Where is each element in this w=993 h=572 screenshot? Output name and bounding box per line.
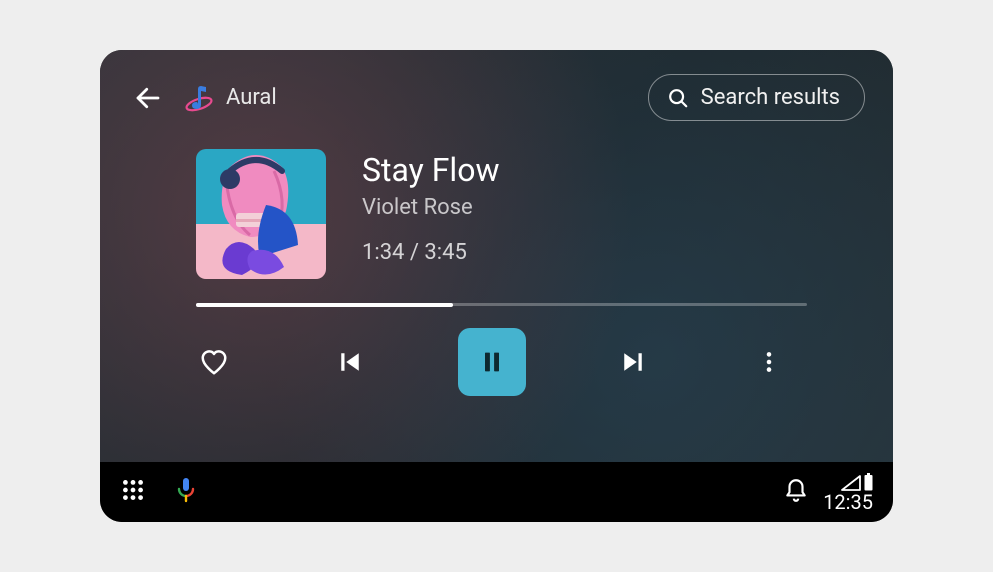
search-icon — [667, 87, 689, 109]
next-button[interactable] — [605, 334, 661, 390]
bell-icon — [783, 477, 809, 503]
playback-controls — [186, 328, 797, 396]
app-launcher-button[interactable] — [120, 477, 146, 507]
like-button[interactable] — [186, 334, 242, 390]
pause-icon — [478, 348, 506, 376]
previous-button[interactable] — [322, 334, 378, 390]
track-meta: Stay Flow Violet Rose 1:34 / 3:45 — [362, 149, 499, 265]
microphone-icon — [174, 477, 198, 503]
arrow-left-icon — [133, 83, 163, 113]
player-panel: Aural Search results — [100, 50, 893, 462]
skip-previous-icon — [335, 347, 365, 377]
more-button[interactable] — [741, 334, 797, 390]
media-player-screen: Aural Search results — [100, 50, 893, 522]
battery-icon — [864, 473, 873, 491]
cellular-signal-icon — [841, 475, 861, 491]
app-logo-icon — [184, 83, 214, 113]
top-bar: Aural Search results — [100, 50, 893, 121]
app-name-label: Aural — [226, 85, 277, 110]
status-area: 12:35 — [823, 473, 873, 512]
now-playing: Stay Flow Violet Rose 1:34 / 3:45 — [100, 121, 893, 279]
track-time: 1:34 / 3:45 — [362, 240, 499, 265]
skip-next-icon — [618, 347, 648, 377]
back-button[interactable] — [128, 78, 168, 118]
more-vert-icon — [756, 349, 782, 375]
pause-button[interactable] — [458, 328, 526, 396]
track-artist: Violet Rose — [362, 195, 499, 220]
heart-icon — [199, 347, 229, 377]
search-results-button[interactable]: Search results — [648, 74, 865, 121]
voice-assistant-button[interactable] — [174, 477, 198, 507]
clock: 12:35 — [823, 492, 873, 512]
search-results-label: Search results — [701, 85, 840, 110]
album-art — [196, 149, 326, 279]
apps-grid-icon — [120, 477, 146, 503]
track-title: Stay Flow — [362, 151, 499, 189]
system-nav-bar: 12:35 — [100, 462, 893, 522]
progress-fill — [196, 303, 453, 307]
app-badge: Aural — [184, 83, 277, 113]
progress-bar[interactable] — [196, 303, 807, 306]
notifications-button[interactable] — [783, 477, 809, 507]
